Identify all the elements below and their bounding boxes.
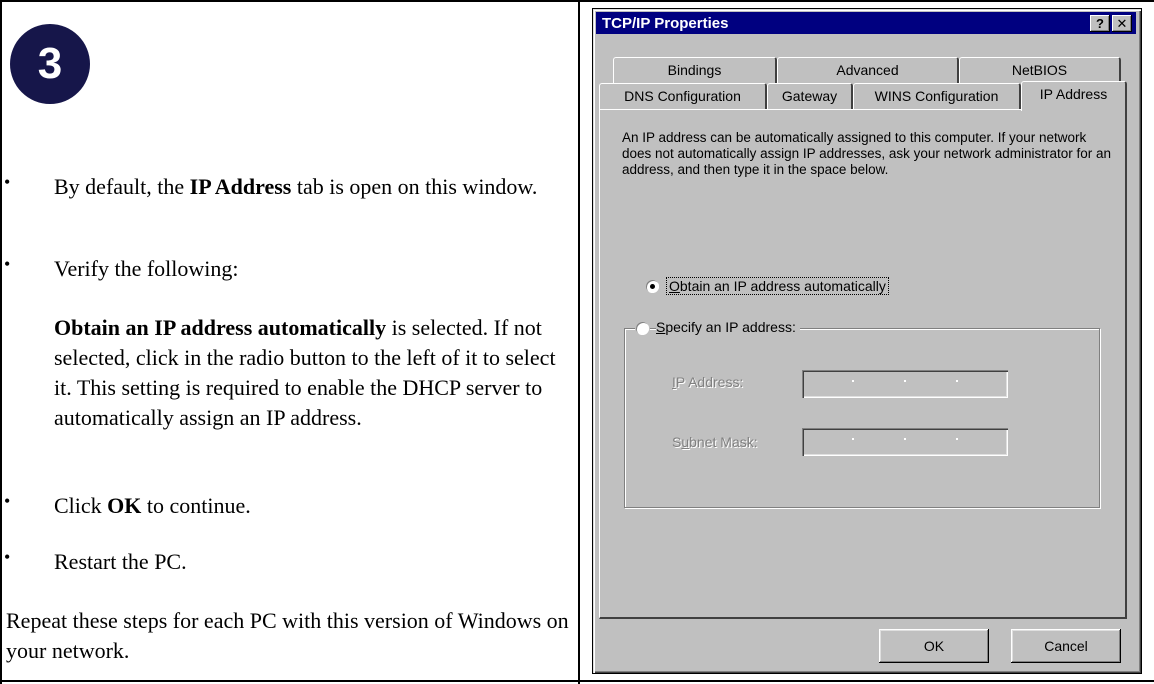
subnet-mask-label: Subnet Mask:: [672, 434, 758, 450]
octet-separator: [904, 380, 906, 382]
instruction-click-ok: Click OK to continue.: [54, 491, 576, 521]
label-text: btain an IP address automatically: [679, 278, 886, 294]
help-button[interactable]: ?: [1090, 15, 1110, 32]
octet-separator: [956, 438, 958, 440]
text-run: to continue.: [141, 493, 251, 518]
step-number-badge: 3: [10, 24, 90, 104]
text-run: By default, the: [54, 174, 190, 199]
tab-bindings[interactable]: Bindings: [613, 57, 777, 83]
ip-address-label: IP Address:: [672, 374, 743, 390]
footer-note: Repeat these steps for each PC with this…: [6, 608, 569, 663]
specify-ip-groupbox: [624, 328, 1100, 508]
ok-button[interactable]: OK: [879, 629, 989, 663]
label-text: bnet Mask:: [689, 434, 758, 450]
bullet: •: [4, 172, 11, 192]
text-run: Click: [54, 493, 108, 518]
label-text: pecify an IP address:: [665, 319, 796, 335]
bullet: •: [4, 491, 11, 511]
mnemonic-letter: S: [656, 319, 666, 335]
bold-text: OK: [107, 493, 142, 518]
tab-gateway[interactable]: Gateway: [767, 83, 853, 109]
tab-ip-address[interactable]: IP Address: [1021, 81, 1127, 111]
instruction-obtain-automatically: Obtain an IP address automatically is se…: [54, 313, 576, 433]
specify-ip-radio[interactable]: [636, 322, 649, 335]
subnet-mask-field[interactable]: [802, 428, 1008, 456]
tcpip-properties-dialog: TCP/IP Properties ? ✕ Bindings Advanced …: [592, 8, 1142, 674]
column-divider: [578, 0, 580, 684]
window-title: TCP/IP Properties: [602, 15, 729, 32]
bullet: •: [4, 547, 11, 567]
title-bar[interactable]: TCP/IP Properties ? ✕: [596, 12, 1136, 34]
label-text: P Address:: [675, 374, 744, 390]
obtain-automatically-label[interactable]: Obtain an IP address automatically: [666, 277, 889, 295]
help-icon: ?: [1096, 16, 1104, 31]
bold-text: IP Address: [189, 174, 292, 199]
close-icon: ✕: [1116, 16, 1128, 31]
octet-separator: [852, 438, 854, 440]
obtain-automatically-radio[interactable]: [646, 280, 659, 293]
instruction-verify: Verify the following:: [54, 256, 239, 281]
tab-netbios[interactable]: NetBIOS: [959, 57, 1121, 83]
tab-dns-configuration[interactable]: DNS Configuration: [599, 83, 767, 109]
document-frame: 3 • By default, the IP Address tab is op…: [0, 0, 1154, 684]
octet-separator: [904, 438, 906, 440]
tab-wins-configuration[interactable]: WINS Configuration: [853, 83, 1021, 109]
octet-separator: [956, 380, 958, 382]
cancel-button[interactable]: Cancel: [1011, 629, 1121, 663]
label-text: S: [672, 434, 682, 450]
mnemonic-letter: u: [681, 434, 690, 450]
bullet: •: [4, 254, 11, 274]
ip-address-field[interactable]: [802, 370, 1008, 398]
mnemonic-letter: O: [669, 278, 680, 294]
instruction-restart: Restart the PC.: [54, 549, 187, 574]
octet-separator: [852, 380, 854, 382]
bottom-rule: [0, 680, 1154, 682]
specify-ip-label[interactable]: Specify an IP address:: [656, 319, 800, 335]
tab-advanced[interactable]: Advanced: [777, 57, 959, 83]
ip-address-panel: An IP address can be automatically assig…: [599, 109, 1127, 619]
close-button[interactable]: ✕: [1112, 15, 1132, 32]
instruction-default-tab: By default, the IP Address tab is open o…: [54, 172, 576, 202]
bold-text: Obtain an IP address automatically: [54, 315, 387, 340]
text-run: tab is open on this window.: [291, 174, 538, 199]
radio-selected-dot: [650, 284, 655, 289]
panel-description: An IP address can be automatically assig…: [622, 130, 1111, 177]
instructions-column: 3 • By default, the IP Address tab is op…: [2, 2, 578, 680]
